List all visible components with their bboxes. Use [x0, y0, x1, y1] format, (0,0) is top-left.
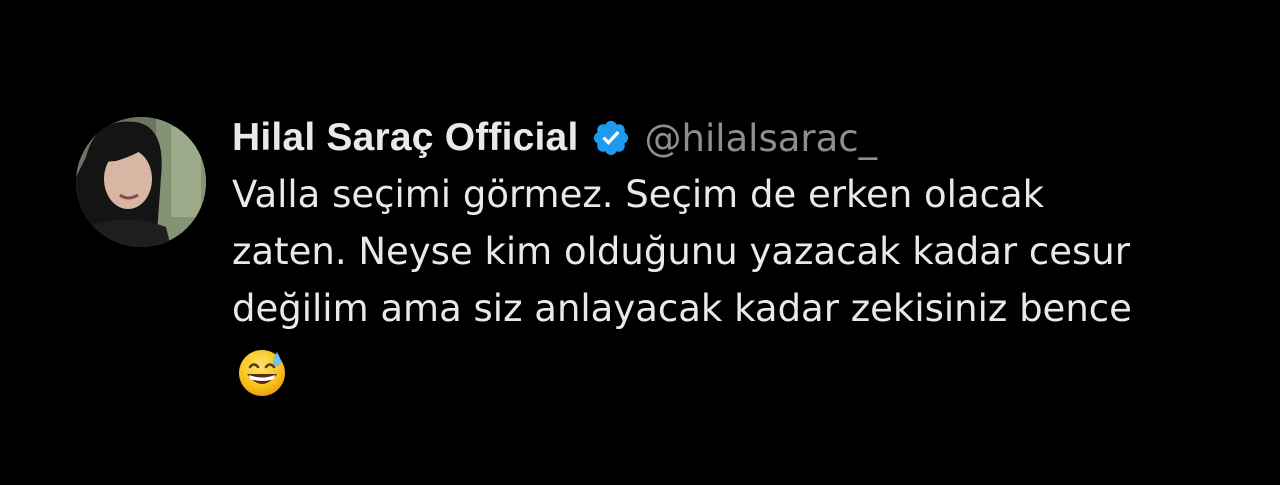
tweet-header: Hilal Saraç Official @hilalsarac_ — [232, 110, 877, 166]
grinning-face-with-sweat-icon — [236, 346, 288, 398]
display-name[interactable]: Hilal Saraç Official — [232, 116, 579, 160]
tweet-card: Hilal Saraç Official @hilalsarac_ Valla … — [0, 0, 1280, 485]
tweet-text-line: değilim ama siz anlayacak kadar zekisini… — [232, 287, 1132, 330]
verified-badge-icon — [591, 118, 631, 158]
user-handle[interactable]: @hilalsarac_ — [645, 117, 878, 160]
avatar-photo — [76, 117, 206, 247]
tweet-text-line: Valla seçimi görmez. Seçim de erken olac… — [232, 173, 1045, 216]
tweet-text-line: zaten. Neyse kim olduğunu yazacak kadar … — [232, 230, 1130, 273]
tweet-text: Valla seçimi görmez. Seçim de erken olac… — [232, 166, 1232, 337]
avatar[interactable] — [76, 117, 206, 247]
